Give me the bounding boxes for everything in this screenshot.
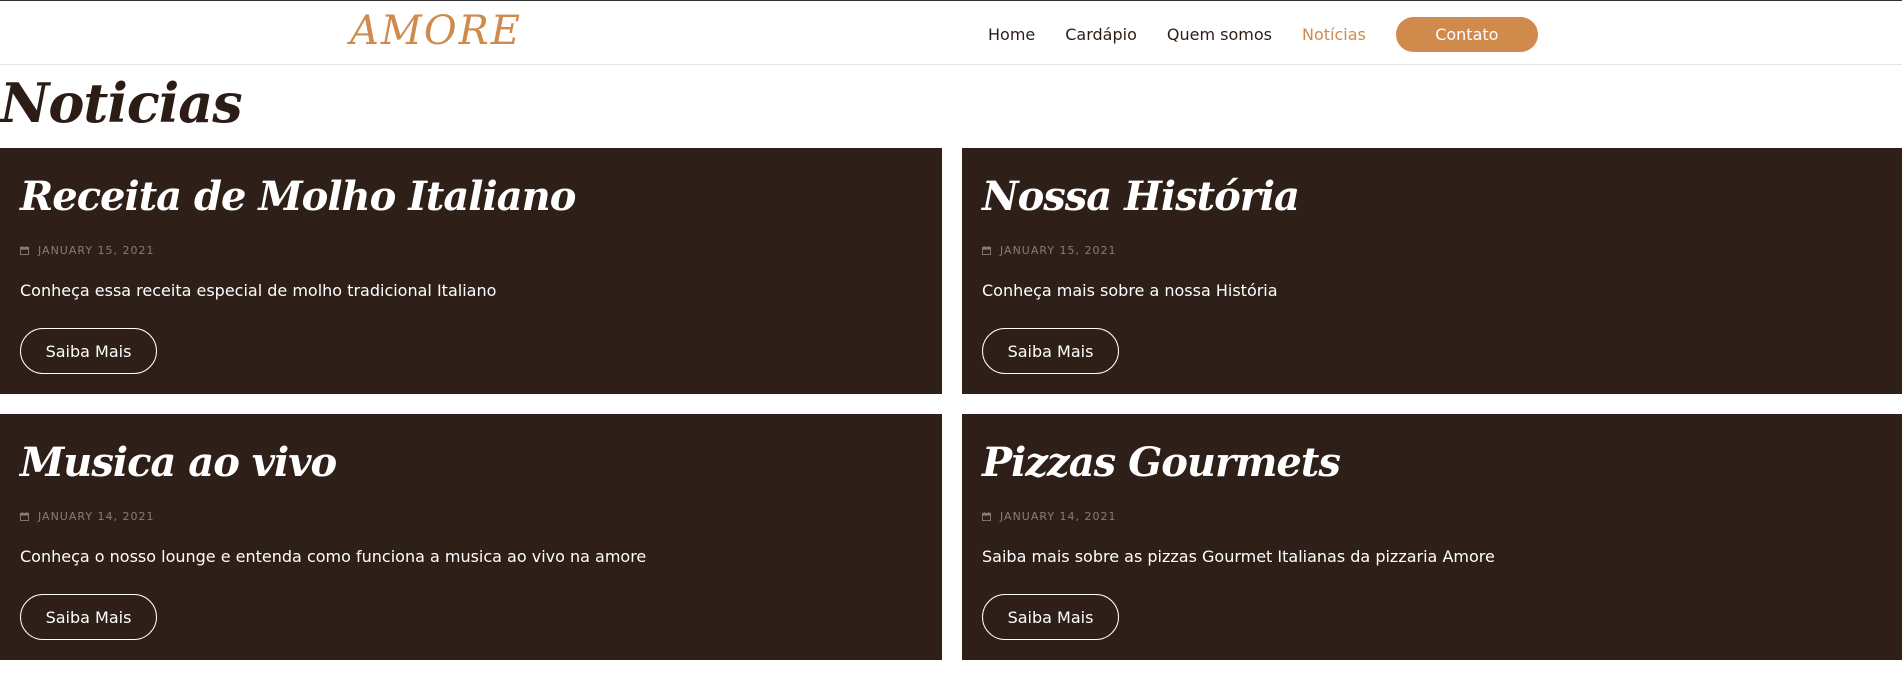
news-card-title[interactable]: Musica ao vivo	[20, 438, 337, 488]
news-card-date-text: JANUARY 15, 2021	[1000, 244, 1117, 257]
news-card-description: Conheça essa receita especial de molho t…	[20, 281, 497, 300]
news-card-historia: Nossa História JANUARY 15, 2021 Conheça …	[962, 148, 1902, 394]
saiba-mais-button[interactable]: Saiba Mais	[20, 594, 157, 640]
news-card-molho: Receita de Molho Italiano JANUARY 15, 20…	[0, 148, 942, 394]
page-title: Noticias	[0, 71, 243, 135]
news-card-description: Saiba mais sobre as pizzas Gourmet Itali…	[982, 547, 1495, 566]
contact-button[interactable]: Contato	[1395, 17, 1538, 52]
logo[interactable]: AMORE	[350, 7, 522, 55]
news-card-date-text: JANUARY 15, 2021	[38, 244, 155, 257]
news-card-date-text: JANUARY 14, 2021	[38, 510, 155, 523]
calendar-icon	[982, 512, 991, 521]
news-card-description: Conheça o nosso lounge e entenda como fu…	[20, 547, 647, 566]
main-nav: Home Cardápio Quem somos Notícias Contat…	[988, 17, 1538, 52]
news-card-musica: Musica ao vivo JANUARY 14, 2021 Conheça …	[0, 414, 942, 660]
news-card-date: JANUARY 14, 2021	[982, 510, 1117, 523]
news-card-description: Conheça mais sobre a nossa História	[982, 281, 1278, 300]
news-card-date: JANUARY 15, 2021	[982, 244, 1117, 257]
news-card-date: JANUARY 15, 2021	[20, 244, 155, 257]
news-card-title[interactable]: Pizzas Gourmets	[982, 438, 1341, 488]
news-card-title[interactable]: Receita de Molho Italiano	[20, 172, 576, 222]
nav-link-cardapio[interactable]: Cardápio	[1065, 17, 1137, 52]
calendar-icon	[20, 512, 29, 521]
nav-link-quem-somos[interactable]: Quem somos	[1167, 17, 1272, 52]
calendar-icon	[20, 246, 29, 255]
calendar-icon	[982, 246, 991, 255]
nav-link-noticias[interactable]: Notícias	[1302, 17, 1366, 52]
saiba-mais-button[interactable]: Saiba Mais	[982, 594, 1119, 640]
site-header: AMORE Home Cardápio Quem somos Notícias …	[0, 1, 1902, 65]
saiba-mais-button[interactable]: Saiba Mais	[20, 328, 157, 374]
news-card-date: JANUARY 14, 2021	[20, 510, 155, 523]
nav-link-home[interactable]: Home	[988, 17, 1035, 52]
news-card-date-text: JANUARY 14, 2021	[1000, 510, 1117, 523]
saiba-mais-button[interactable]: Saiba Mais	[982, 328, 1119, 374]
news-card-title[interactable]: Nossa História	[982, 172, 1300, 222]
news-card-pizzas: Pizzas Gourmets JANUARY 14, 2021 Saiba m…	[962, 414, 1902, 660]
